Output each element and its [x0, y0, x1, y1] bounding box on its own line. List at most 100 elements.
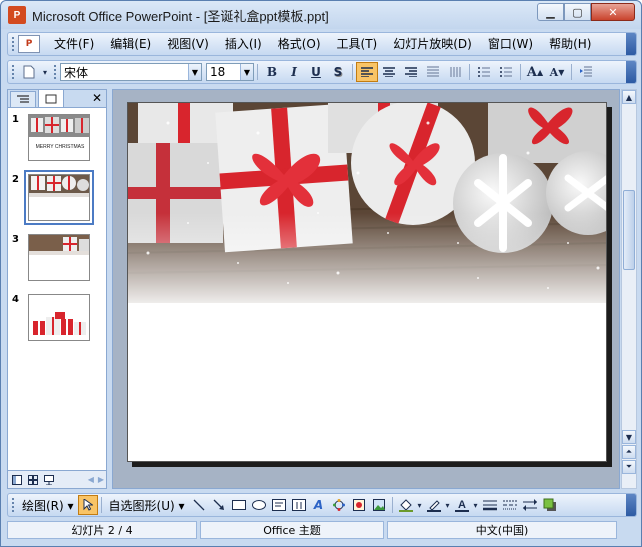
slide-thumbnail-image	[29, 295, 89, 340]
arrow-tool-icon[interactable]	[209, 495, 229, 515]
menu-edit[interactable]: 编辑(E)	[102, 34, 159, 54]
toolbar-dropdown-icon[interactable]: ▾	[40, 62, 50, 82]
toolbar-grip-icon[interactable]	[53, 64, 57, 80]
text-box-icon[interactable]	[269, 495, 289, 515]
vertical-text-box-icon[interactable]	[289, 495, 309, 515]
new-document-icon[interactable]	[18, 62, 40, 82]
distributed-icon[interactable]	[422, 62, 444, 82]
maximize-button[interactable]: ▢	[564, 3, 591, 21]
slide-thumbnail-selected[interactable]	[24, 170, 94, 225]
app-name: Microsoft Office PowerPoint	[32, 8, 193, 24]
line-style-icon[interactable]	[480, 495, 500, 515]
menu-view[interactable]: 视图(V)	[159, 34, 217, 54]
clip-art-icon[interactable]	[349, 495, 369, 515]
window-title: Microsoft Office PowerPoint - [圣诞礼盒ppt模板…	[32, 6, 329, 25]
menu-options-chevron-icon[interactable]	[626, 33, 636, 55]
document-control-icon[interactable]: P	[18, 35, 40, 53]
slide-thumbnail-image	[29, 235, 89, 259]
font-name-select[interactable]: 宋体 ▼	[60, 63, 202, 81]
slide-thumbnail[interactable]	[28, 294, 90, 341]
menu-insert[interactable]: 插入(I)	[217, 34, 270, 54]
bulleted-list-icon[interactable]	[495, 62, 517, 82]
design-theme-indicator: Office 主题	[200, 521, 384, 539]
next-slide-icon[interactable]: ⏷	[622, 460, 636, 474]
scroll-left-icon[interactable]: ◀	[88, 475, 94, 484]
title-separator: -	[192, 8, 204, 24]
align-right-icon[interactable]	[400, 62, 422, 82]
line-tool-icon[interactable]	[189, 495, 209, 515]
minimize-button[interactable]: ▁	[537, 3, 564, 21]
toolbar-grip-icon[interactable]	[11, 36, 15, 52]
numbered-list-icon[interactable]	[473, 62, 495, 82]
chevron-down-icon[interactable]: ▼	[188, 64, 201, 80]
slideshow-view-icon[interactable]	[42, 473, 56, 487]
chevron-down-icon[interactable]: ▼	[240, 64, 253, 80]
shadow-button[interactable]: S	[327, 62, 349, 82]
font-color-icon[interactable]: A	[452, 495, 472, 515]
menu-file[interactable]: 文件(F)	[46, 34, 102, 54]
shadow-style-icon[interactable]	[540, 495, 560, 515]
fill-color-dropdown-icon[interactable]: ▾	[416, 495, 424, 515]
toolbar-separator	[469, 64, 470, 80]
scrollbar-thumb[interactable]	[623, 190, 635, 270]
decrease-font-size-icon[interactable]: A ▼	[546, 62, 568, 82]
menu-format[interactable]: 格式(O)	[270, 34, 329, 54]
scroll-right-icon[interactable]: ▶	[98, 475, 104, 484]
align-left-icon[interactable]	[356, 62, 378, 82]
current-slide[interactable]	[127, 102, 607, 462]
slide-thumbnail[interactable]: MERRY CHRISTMAS	[28, 114, 90, 161]
normal-view-icon[interactable]	[10, 473, 24, 487]
wordart-icon[interactable]: A	[309, 495, 329, 515]
dash-style-icon[interactable]	[500, 495, 520, 515]
decrease-indent-icon[interactable]	[575, 62, 597, 82]
slides-tab[interactable]	[38, 89, 64, 107]
rectangle-tool-icon[interactable]	[229, 495, 249, 515]
arrow-style-icon[interactable]	[520, 495, 540, 515]
slide-thumbnail-row[interactable]: 4	[10, 294, 90, 341]
vertical-text-icon[interactable]	[444, 62, 466, 82]
outline-tab[interactable]	[10, 91, 36, 107]
slide-thumbnail[interactable]	[28, 234, 90, 281]
draw-menu-button[interactable]: 绘图(R) ▾	[18, 497, 78, 514]
font-size-select[interactable]: 18 ▼	[206, 63, 254, 81]
underline-button[interactable]: U	[305, 62, 327, 82]
line-color-icon[interactable]	[424, 495, 444, 515]
toolbar-grip-icon[interactable]	[11, 497, 15, 513]
fill-color-icon[interactable]	[396, 495, 416, 515]
vertical-scrollbar[interactable]: ▲ ▼ ⏶ ⏷	[621, 89, 637, 489]
previous-slide-icon[interactable]: ⏶	[622, 445, 636, 459]
font-color-dropdown-icon[interactable]: ▾	[472, 495, 480, 515]
scroll-down-icon[interactable]: ▼	[622, 430, 636, 444]
increase-font-size-icon[interactable]: A ▲	[524, 62, 546, 82]
menu-bar: P 文件(F) 编辑(E) 视图(V) 插入(I) 格式(O) 工具(T) 幻灯…	[7, 32, 637, 56]
slide-editing-area	[112, 89, 620, 489]
slide-background-image	[128, 103, 606, 461]
close-panel-icon[interactable]: ✕	[92, 91, 102, 105]
menu-window[interactable]: 窗口(W)	[480, 34, 541, 54]
menu-tools[interactable]: 工具(T)	[329, 34, 386, 54]
oval-tool-icon[interactable]	[249, 495, 269, 515]
line-color-dropdown-icon[interactable]: ▾	[444, 495, 452, 515]
formatting-toolbar: ▾ 宋体 ▼ 18 ▼ B I U S A ▲ A ▼	[7, 60, 637, 84]
slide-thumbnail-row[interactable]: 2	[10, 170, 94, 225]
insert-picture-icon[interactable]	[369, 495, 389, 515]
title-bar[interactable]: P Microsoft Office PowerPoint - [圣诞礼盒ppt…	[1, 1, 641, 29]
slide-sorter-view-icon[interactable]	[26, 473, 40, 487]
menu-help[interactable]: 帮助(H)	[541, 34, 599, 54]
autoshapes-menu-button[interactable]: 自选图形(U) ▾	[105, 497, 189, 514]
toolbar-options-chevron-icon[interactable]	[626, 61, 636, 83]
menu-slideshow[interactable]: 幻灯片放映(D)	[385, 34, 480, 54]
bold-button[interactable]: B	[261, 62, 283, 82]
toolbar-options-chevron-icon[interactable]	[626, 494, 636, 516]
toolbar-separator	[571, 64, 572, 80]
toolbar-grip-icon[interactable]	[11, 64, 15, 80]
powerpoint-app-icon[interactable]: P	[8, 6, 26, 24]
italic-button[interactable]: I	[283, 62, 305, 82]
close-window-button[interactable]: ✕	[591, 3, 635, 21]
align-center-icon[interactable]	[378, 62, 400, 82]
diagram-icon[interactable]	[329, 495, 349, 515]
scroll-up-icon[interactable]: ▲	[622, 90, 636, 104]
slide-thumbnail-row[interactable]: 1 MERRY CHRISTMAS	[10, 114, 90, 161]
select-objects-icon[interactable]	[77, 495, 98, 515]
slide-thumbnail-row[interactable]: 3	[10, 234, 90, 281]
